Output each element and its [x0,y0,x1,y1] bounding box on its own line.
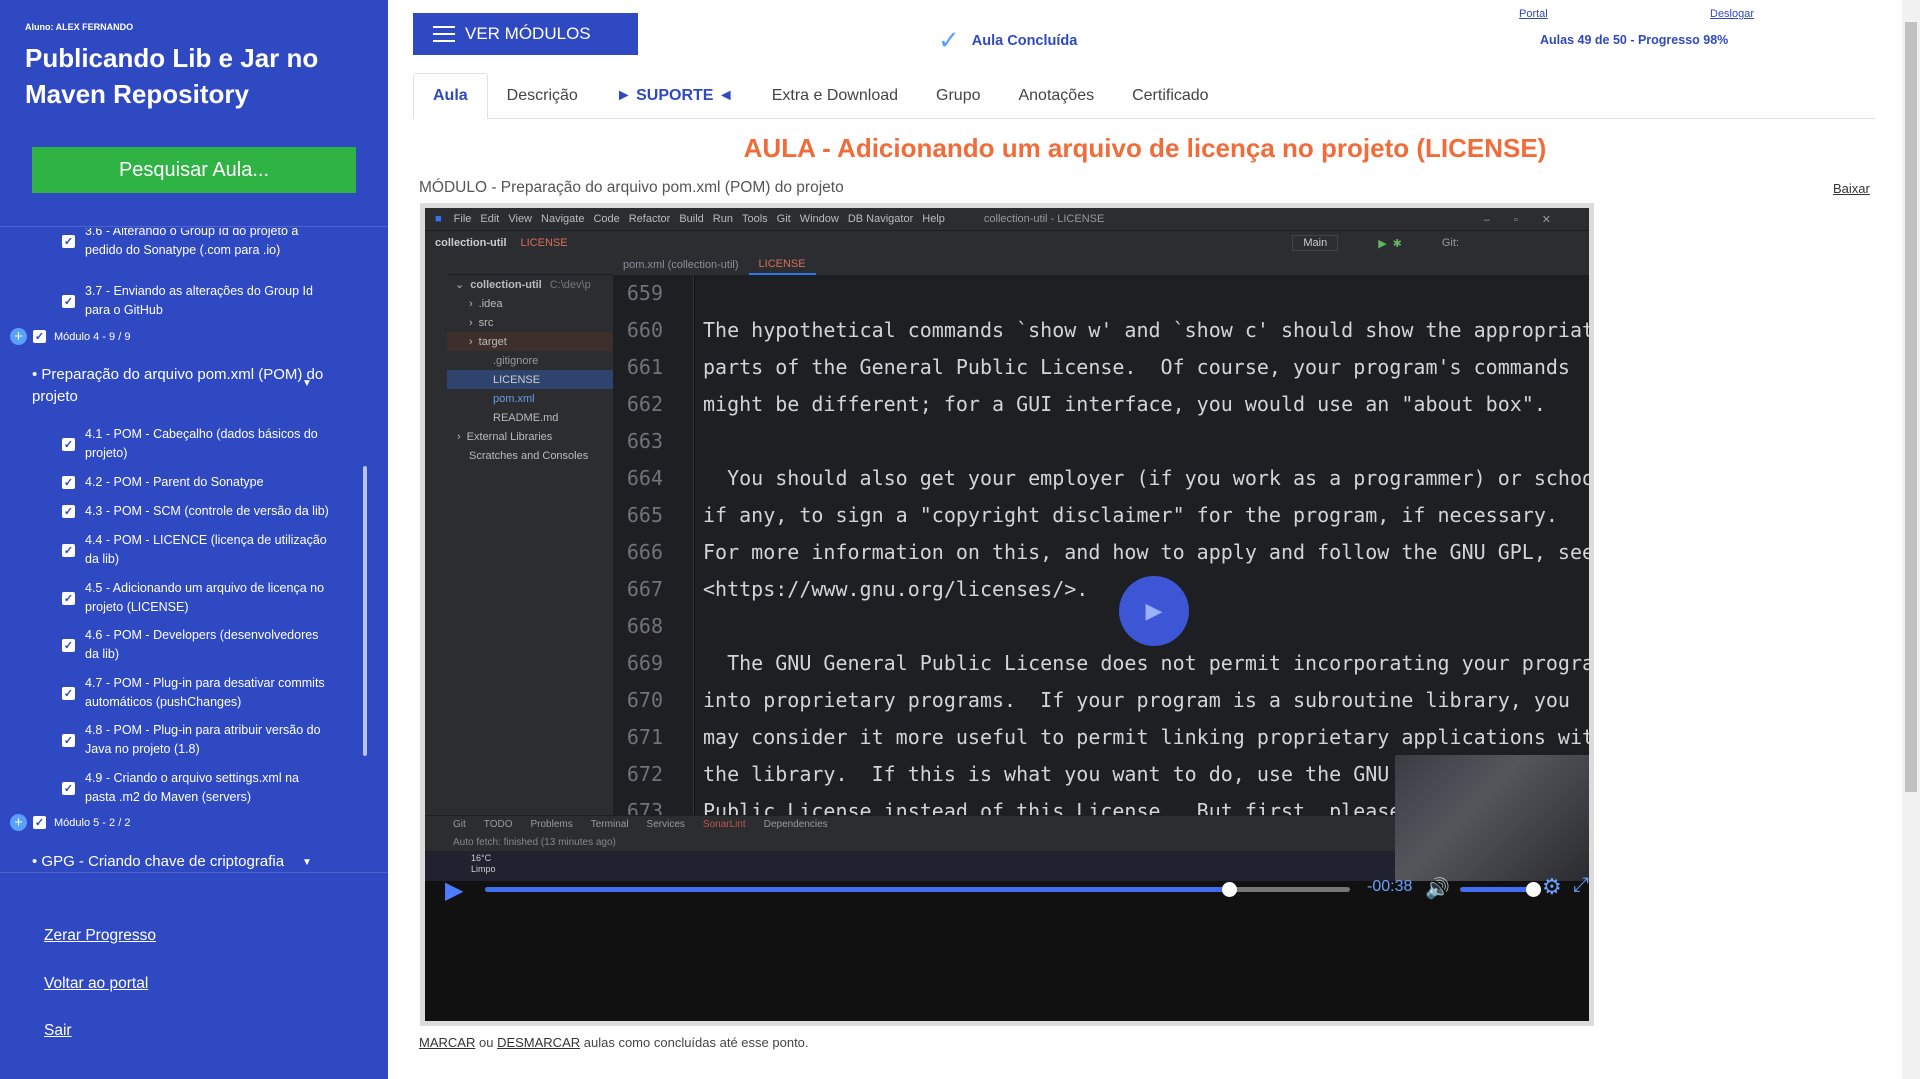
editor-tab-license: LICENSE [748,255,816,275]
lesson-item[interactable]: ✓ 4.6 - POM - Developers (desenvolvedores… [62,626,332,664]
expand-plus-icon[interactable]: + [10,328,27,345]
lesson-tabs: Aula Descrição ► SUPORTE ◄ Extra e Downl… [413,73,1875,119]
tab-anotacoes[interactable]: Anotações [999,73,1113,119]
module-name: MÓDULO - Preparação do arquivo pom.xml (… [419,179,844,196]
debug-icon: ✱ [1392,237,1402,250]
tab-descricao[interactable]: Descrição [488,73,597,119]
unmark-link[interactable]: DESMARCAR [497,1035,580,1050]
check-icon[interactable]: ✓ [33,816,46,829]
tab-aula[interactable]: Aula [413,73,488,119]
ide-title-bar: ■ File Edit View Navigate Code Refactor Build R… [425,208,1589,230]
lesson-item[interactable]: ✓ 4.4 - POM - LICENCE (licença de utiliza… [62,531,332,569]
seek-handle[interactable] [1221,882,1237,897]
check-icon[interactable]: ✓ [62,733,75,747]
lesson-item-current[interactable]: ✓ 4.5 - Adicionando um arquivo de licença… [62,579,332,617]
remaining-time: -00:38 [1367,878,1413,895]
page-scroll-thumb[interactable] [1905,22,1917,792]
checkmark-icon: ✓ [938,25,960,55]
mark-lessons-note: MARCAR ou DESMARCAR aulas como concluída… [419,1035,809,1050]
course-title: Publicando Lib e Jar no Maven Repository [25,43,319,109]
download-link[interactable]: Baixar [1833,181,1870,196]
lesson-item[interactable]: ✓ 3.6 - Alterando o Group Id do projeto a… [62,228,332,260]
seek-progress [485,887,1229,892]
main-content: VER MÓDULOS ✓ Aula Concluída Portal Deslo… [388,0,1902,1079]
logout-link[interactable]: Deslogar [1710,8,1754,20]
back-to-portal-link[interactable]: Voltar ao portal [44,975,148,993]
editor-tab-pom: pom.xml (collection-util) [623,259,739,271]
sidebar-scrollbar[interactable] [363,466,367,756]
check-icon[interactable]: ✓ [62,543,75,557]
mark-link[interactable]: MARCAR [419,1035,475,1050]
progress-text: Aulas 49 de 50 - Progresso 98% [1540,33,1729,47]
ide-left-strip [425,255,447,815]
check-icon[interactable]: ✓ [62,638,75,652]
volume-icon[interactable]: 🔊 [1425,876,1450,901]
tab-suporte[interactable]: ► SUPORTE ◄ [597,73,753,119]
lesson-item[interactable]: ✓ 4.3 - POM - SCM (controle de versão da … [62,502,332,521]
branch-selector: Main [1292,235,1339,251]
lesson-item[interactable]: ✓ 4.8 - POM - Plug-in para atribuir versã… [62,721,332,759]
tab-extra-download[interactable]: Extra e Download [753,73,917,119]
volume-slider[interactable] [1460,882,1541,897]
expand-plus-icon[interactable]: + [10,814,27,831]
lesson-item[interactable]: ✓ 4.1 - POM - Cabeçalho (dados básicos do… [62,425,332,463]
search-lesson-button[interactable]: Pesquisar Aula... [32,147,356,193]
reset-progress-link[interactable]: Zerar Progresso [44,927,156,945]
view-modules-button[interactable]: VER MÓDULOS [413,13,638,55]
lesson-item[interactable]: ✓ 4.9 - Criando o arquivo settings.xml na… [62,769,332,807]
module-4-header[interactable]: + ✓ Módulo 4 - 9 / 9 [10,328,130,345]
volume-handle[interactable] [1526,882,1541,897]
settings-gear-icon[interactable]: ⚙ [1542,874,1562,900]
check-icon[interactable]: ✓ [62,686,75,700]
instructor-webcam [1395,755,1589,881]
check-icon[interactable]: ✓ [62,234,75,248]
lesson-item[interactable]: ✓ 3.7 - Enviando as alterações do Group I… [62,282,332,320]
tab-certificado[interactable]: Certificado [1113,73,1227,119]
chevron-down-icon[interactable]: ▼ [302,857,312,868]
play-overlay-icon[interactable]: ▶ [1119,576,1189,646]
play-icon[interactable]: ▶ [445,876,463,905]
menu-icon [433,26,455,42]
video-player[interactable]: ■ File Edit View Navigate Code Refactor Build R… [420,203,1594,1026]
check-icon[interactable]: ✓ [62,505,75,518]
run-icon: ▶ [1378,237,1387,250]
portal-link[interactable]: Portal [1519,8,1548,20]
window-controls-icon: –▫✕ [1483,213,1575,226]
check-icon[interactable]: ✓ [33,330,46,343]
module-5-section[interactable]: • GPG - Criando chave de criptografia [32,851,332,870]
exit-link[interactable]: Sair [44,1022,72,1040]
lesson-item[interactable]: ✓ 4.7 - POM - Plug-in para desativar comm… [62,674,332,712]
ide-toolbar: collection-util LICENSE Main ▶ ✱ Git: [425,230,1589,255]
editor-tabs: pom.xml (collection-util) LICENSE [613,255,1589,275]
lesson-title: AULA - Adicionando um arquivo de licença… [743,133,1547,163]
student-name: Aluno: ALEX FERNANDO [25,22,134,32]
sidebar-divider [0,872,388,873]
ide-window-title: collection-util - LICENSE [983,213,1105,225]
intellij-logo-icon: ■ [435,213,442,225]
check-icon[interactable]: ✓ [62,294,75,308]
project-tree: ⌄ collection-util C:\dev\p › .idea › src › ta… [447,255,613,815]
fullscreen-icon[interactable]: ⤢ [1573,874,1589,897]
check-icon[interactable]: ✓ [62,476,75,489]
lesson-list[interactable]: ✓ 3.6 - Alterando o Group Id do projeto a… [0,228,388,870]
module-5-header[interactable]: + ✓ Módulo 5 - 2 / 2 [10,814,130,831]
ide-menu: File Edit View Navigate Code Refactor Build Run… [453,213,945,225]
check-icon[interactable]: ✓ [62,781,75,795]
sidebar: Aluno: ALEX FERNANDO Publicando Lib e Ja… [0,0,388,1079]
seek-bar[interactable] [485,882,1350,897]
line-gutter: 659 660 661 662 663 664 665 666 667 668 … [613,275,694,823]
code-editor: The hypothetical commands `show w' and `… [695,275,1589,815]
lesson-item[interactable]: ✓ 4.2 - POM - Parent do Sonatype [62,473,332,492]
check-icon[interactable]: ✓ [62,437,75,451]
check-icon[interactable]: ✓ [62,591,75,605]
tab-grupo[interactable]: Grupo [917,73,999,119]
sidebar-divider [0,226,388,227]
chevron-down-icon[interactable]: ▼ [302,378,312,389]
player-controls: ▶ -00:38 🔊 ⚙ ⤢ [425,868,1589,908]
module-4-section[interactable]: • Preparação do arquivo pom.xml (POM) do… [32,364,332,408]
lesson-completed-indicator[interactable]: ✓ Aula Concluída [938,25,1077,56]
